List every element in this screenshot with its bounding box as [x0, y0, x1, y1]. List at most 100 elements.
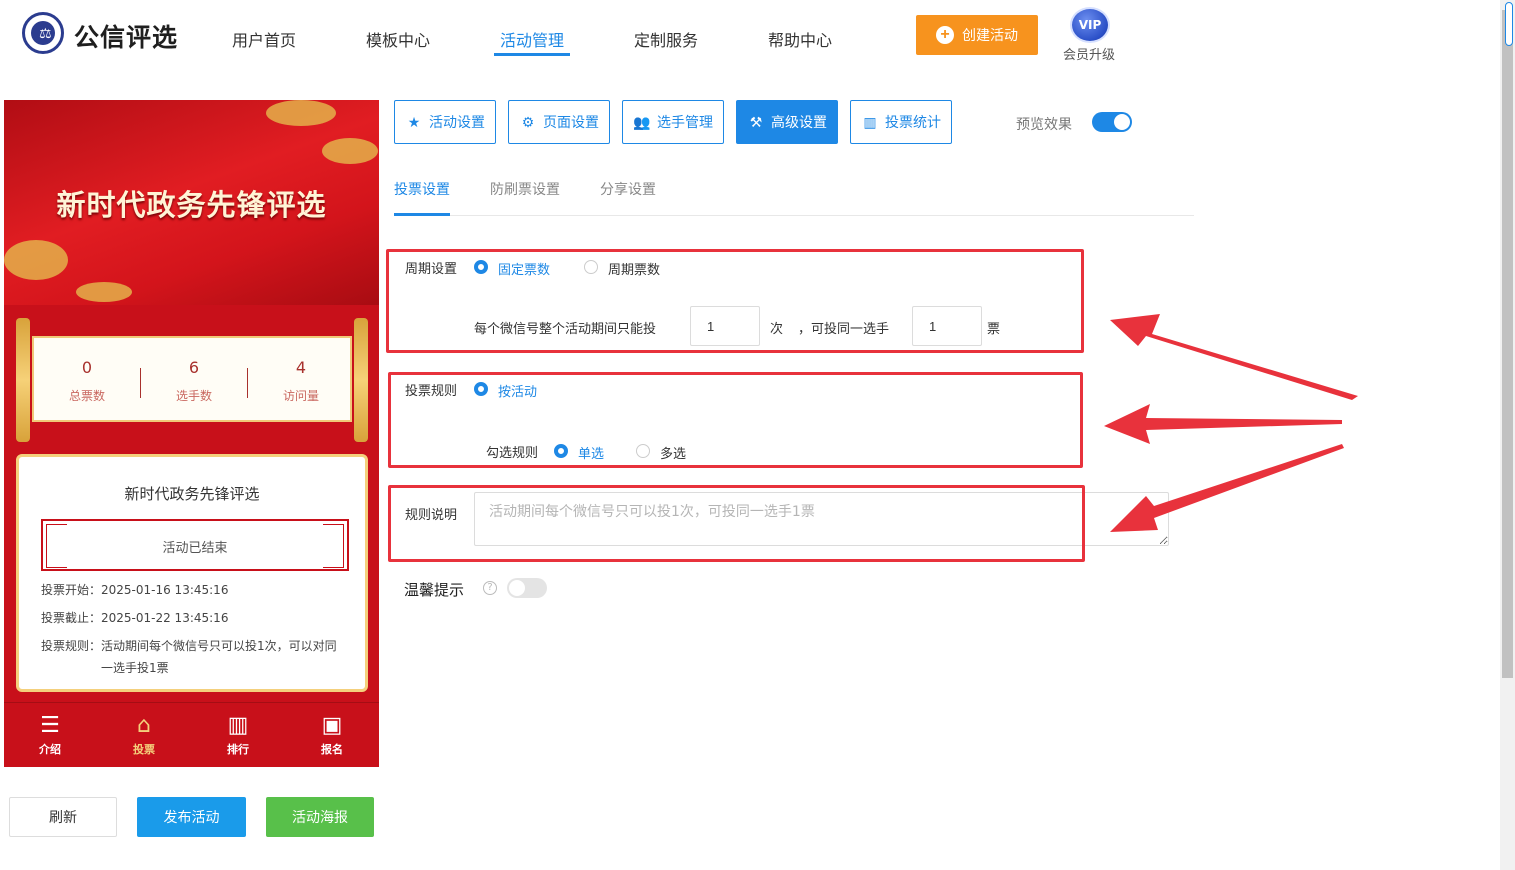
stats-paper: 0 总票数 6 选手数 4 访问量	[32, 336, 352, 422]
tab-advanced-settings[interactable]: ⚒ 高级设置	[736, 100, 838, 144]
stat-label: 总票数	[68, 389, 105, 403]
subtab-share-settings[interactable]: 分享设置	[600, 179, 656, 199]
same-player-label: ，可投同一选手	[798, 322, 890, 337]
tab-activity-settings[interactable]: ★ 活动设置	[394, 100, 496, 144]
rule-description-label: 规则说明	[405, 508, 458, 523]
vote-times-input[interactable]	[690, 306, 760, 346]
help-question-icon[interactable]: ?	[483, 581, 497, 595]
scrollbar-thumb[interactable]	[1502, 10, 1513, 678]
brand-name[interactable]: 公信评选	[74, 18, 178, 54]
create-activity-label: 创建活动	[962, 27, 1018, 43]
mobile-preview: 新时代政务先锋评选 0 总票数 6 选手数 4 访问量 新时代政务先锋评选 活动…	[4, 100, 379, 767]
tab-label: 投票	[133, 743, 155, 756]
radio-multi-choice[interactable]	[636, 444, 650, 458]
tab-player-management[interactable]: 👥 选手管理	[622, 100, 724, 144]
stat-total-votes: 0 总票数	[34, 358, 140, 404]
stat-value: 0	[81, 358, 93, 377]
top-header: ⚖ 公信评选 用户首页 模板中心 活动管理 定制服务 帮助中心 + 创建活动 V…	[0, 0, 1500, 70]
status-frame: 活动已结束	[41, 519, 349, 571]
radio-by-activity[interactable]	[474, 382, 488, 396]
warm-tip-toggle[interactable]	[507, 578, 547, 598]
subtab-divider	[394, 215, 1194, 216]
cloud-decoration-icon	[322, 138, 378, 164]
arrow-annotation-icon	[1110, 314, 1358, 400]
vip-upgrade-link[interactable]: 会员升级	[1063, 44, 1115, 63]
warm-tip-label: 温馨提示	[404, 581, 465, 599]
multi-choice-label[interactable]: 多选	[660, 443, 686, 462]
nav-user-home[interactable]: 用户首页	[232, 27, 296, 51]
stat-value: 6	[188, 358, 200, 377]
logo-scale-icon[interactable]: ⚖	[22, 12, 64, 54]
tab-label: 页面设置	[543, 114, 599, 130]
activity-info-card: 新时代政务先锋评选 活动已结束 投票开始：2025-01-16 13:45:16…	[16, 454, 368, 692]
scroll-rod-right	[354, 318, 368, 442]
arrow-annotation-icon	[1104, 404, 1342, 444]
cycle-description: 每个微信号整个活动期间只能投	[474, 322, 657, 337]
check-rule-label: 勾选规则	[486, 446, 539, 461]
cloud-decoration-icon	[76, 282, 132, 302]
preview-tabbar: ☰ 介绍 ⌂ 投票 ▥ 排行 ▣ 报名	[4, 702, 379, 767]
toggle-knob	[1114, 114, 1130, 130]
bar-chart-icon: ▥	[863, 114, 877, 130]
tab-vote[interactable]: ⌂ 投票	[114, 713, 174, 757]
sliders-gear-icon: ⚒	[749, 114, 763, 130]
refresh-button[interactable]: 刷新	[9, 797, 117, 837]
nav-activity-management[interactable]: 活动管理	[500, 27, 564, 51]
stat-visits: 4 访问量	[248, 358, 354, 404]
rule-description-textarea[interactable]	[474, 492, 1169, 546]
radio-cycle-votes[interactable]	[584, 260, 598, 274]
banner-title: 新时代政务先锋评选	[56, 188, 327, 222]
stat-label: 选手数	[175, 389, 212, 403]
subtab-vote-settings[interactable]: 投票设置	[394, 179, 450, 199]
plus-circle-icon: +	[936, 26, 954, 44]
tab-ranking[interactable]: ▥ 排行	[208, 713, 268, 757]
cloud-decoration-icon	[266, 100, 336, 126]
subtab-active-indicator	[394, 213, 450, 216]
publish-activity-button[interactable]: 发布活动	[137, 797, 246, 837]
vote-rule-line1: 投票规则：活动期间每个微信号只可以投1次，可以对同	[41, 639, 337, 653]
tab-label: 排行	[227, 743, 249, 756]
subtab-anti-fraud-settings[interactable]: 防刷票设置	[490, 179, 560, 199]
activity-poster-button[interactable]: 活动海报	[266, 797, 374, 837]
stat-value: 4	[295, 358, 307, 377]
tab-signup[interactable]: ▣ 报名	[302, 713, 362, 757]
by-activity-label[interactable]: 按活动	[498, 381, 537, 400]
vip-badge-icon[interactable]: VIP	[1072, 9, 1108, 41]
card-title: 新时代政务先锋评选	[124, 485, 260, 503]
same-player-votes-input[interactable]	[912, 306, 982, 346]
tab-label: 高级设置	[771, 114, 827, 130]
bar-chart-icon: ▥	[227, 713, 249, 738]
toggle-knob	[509, 580, 525, 596]
single-choice-label[interactable]: 单选	[578, 443, 604, 462]
cycle-settings-label: 周期设置	[405, 262, 458, 277]
nav-template-center[interactable]: 模板中心	[366, 27, 430, 51]
radio-single-choice[interactable]	[554, 444, 568, 458]
radio-fixed-votes[interactable]	[474, 260, 488, 274]
create-activity-button[interactable]: + 创建活动	[916, 15, 1038, 55]
clipboard-icon: ▣	[321, 713, 343, 738]
cycle-votes-label[interactable]: 周期票数	[608, 259, 660, 278]
scroll-rod-left	[16, 318, 30, 442]
tab-intro[interactable]: ☰ 介绍	[20, 713, 80, 757]
fixed-votes-label[interactable]: 固定票数	[498, 259, 550, 278]
app-window: ⚖ 公信评选 用户首页 模板中心 活动管理 定制服务 帮助中心 + 创建活动 V…	[0, 0, 1515, 870]
nav-custom-service[interactable]: 定制服务	[634, 27, 698, 51]
preview-effect-toggle[interactable]	[1092, 112, 1132, 132]
scrollbar-top-handle[interactable]	[1505, 2, 1513, 46]
tab-label: 活动设置	[429, 114, 485, 130]
stat-player-count: 6 选手数	[141, 358, 247, 404]
tab-label: 选手管理	[657, 114, 713, 130]
activity-status: 活动已结束	[162, 541, 228, 556]
tab-vote-statistics[interactable]: ▥ 投票统计	[850, 100, 952, 144]
preview-effect-label: 预览效果	[1016, 117, 1072, 133]
stat-label: 访问量	[282, 389, 319, 403]
preview-banner: 新时代政务先锋评选	[4, 100, 379, 305]
home-icon: ⌂	[137, 713, 151, 738]
stats-scroll-panel: 0 总票数 6 选手数 4 访问量	[16, 318, 368, 442]
users-icon: 👥	[633, 114, 651, 130]
nav-help-center[interactable]: 帮助中心	[768, 27, 832, 51]
tab-page-settings[interactable]: ⚙ 页面设置	[508, 100, 610, 144]
star-icon: ★	[407, 114, 421, 130]
votes-unit-label: 票	[987, 322, 1001, 337]
vote-rule-line2: 一选手投1票	[101, 661, 169, 675]
